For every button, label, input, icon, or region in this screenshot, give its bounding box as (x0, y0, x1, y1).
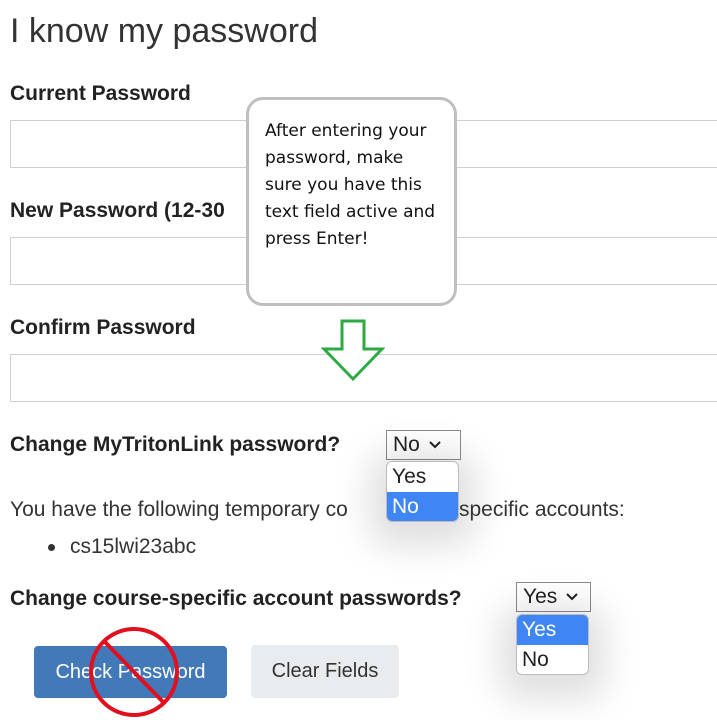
course-password-select-value: Yes (523, 585, 558, 608)
accounts-intro-text: You have the following temporary co (10, 498, 348, 521)
mytritonlink-dropdown: Yes No (386, 461, 459, 522)
accounts-intro-text-right: specific accounts: (459, 498, 625, 521)
mytritonlink-option-yes[interactable]: Yes (387, 462, 458, 492)
arrow-down-icon (321, 319, 385, 382)
page-title: I know my password (10, 12, 318, 50)
course-password-question-label: Change course-specific account passwords… (10, 587, 462, 610)
account-list-item: cs15lwi23abc (70, 535, 197, 558)
new-password-label: New Password (12-30 (10, 199, 225, 222)
chevron-down-icon (429, 441, 441, 449)
clear-fields-button[interactable]: Clear Fields (251, 645, 399, 698)
prohibited-icon (89, 627, 179, 717)
course-password-dropdown: Yes No (516, 614, 589, 675)
current-password-label: Current Password (10, 82, 191, 105)
course-option-no[interactable]: No (517, 645, 588, 674)
bullet-icon (48, 544, 55, 551)
mytritonlink-select[interactable]: No (386, 430, 461, 460)
mytritonlink-select-value: No (393, 433, 420, 456)
course-password-select[interactable]: Yes (516, 582, 591, 612)
course-option-yes[interactable]: Yes (517, 615, 588, 645)
chevron-down-icon (566, 593, 578, 601)
confirm-password-label: Confirm Password (10, 316, 196, 339)
tooltip-callout: After entering your password, make sure … (246, 97, 457, 306)
mytritonlink-option-no[interactable]: No (387, 492, 458, 521)
mytritonlink-question-label: Change MyTritonLink password? (10, 433, 341, 456)
